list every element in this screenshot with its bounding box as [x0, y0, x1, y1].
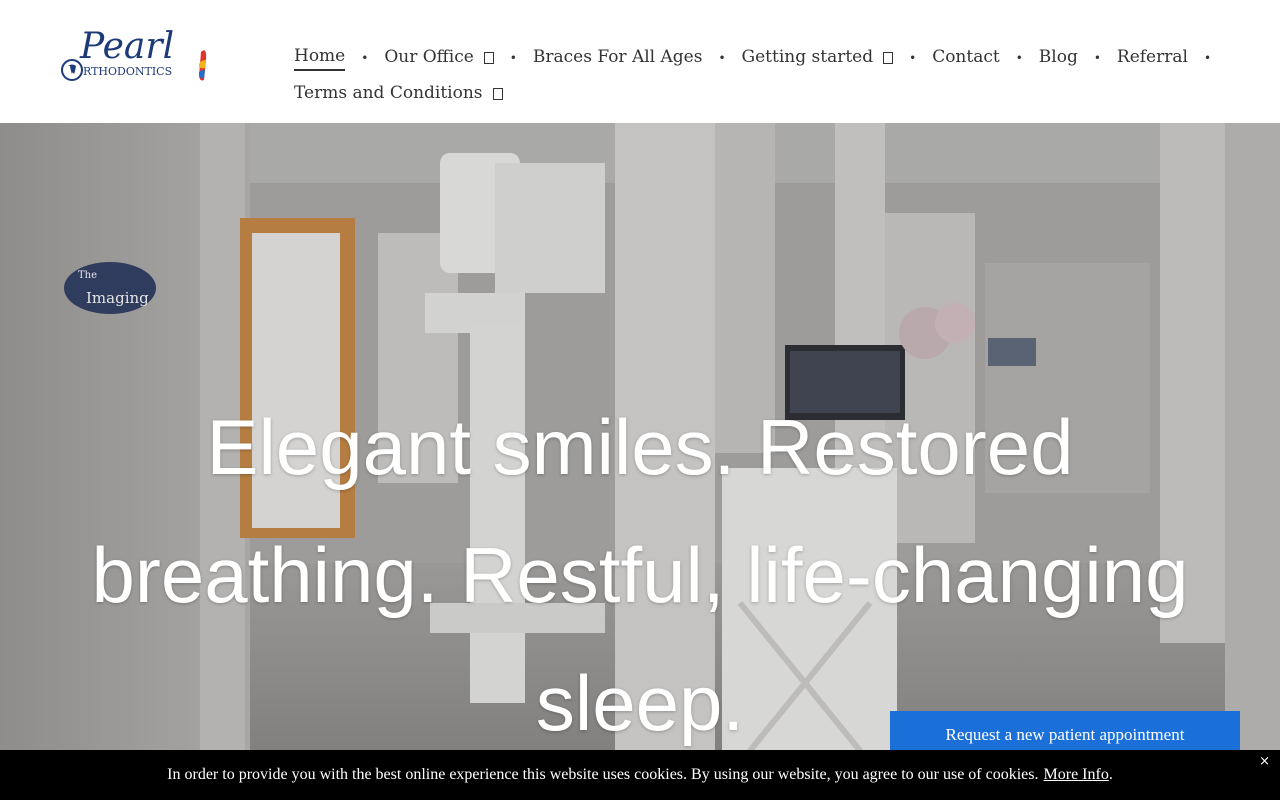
nav-separator: • — [1093, 51, 1101, 65]
logo-sub: RTHODONTICS — [83, 65, 172, 78]
nav-label: Home — [294, 46, 346, 71]
brand-logo[interactable]: Pearl RTHODONTICS — [58, 22, 214, 88]
nav-label: Blog — [1038, 46, 1078, 67]
sign-top: The — [78, 270, 97, 281]
nav-blog[interactable]: Blog — [1039, 47, 1078, 70]
nav-label: Contact — [932, 46, 1000, 67]
imaging-sign: The Imaging — [64, 262, 156, 314]
hero-title: Elegant smiles. Restored breathing. Rest… — [91, 403, 1189, 747]
site-header: Pearl RTHODONTICS Home • Our Office • Braces… — [0, 0, 1280, 123]
nav-row-secondary: Terms and Conditions — [294, 76, 1194, 112]
close-icon[interactable]: × — [1259, 754, 1270, 769]
nav-referral[interactable]: Referral — [1117, 47, 1188, 70]
nav-label: Referral — [1116, 46, 1188, 67]
nav-home[interactable]: Home — [294, 46, 346, 71]
nav-separator: • — [1015, 51, 1023, 65]
chevron-down-icon[interactable] — [883, 52, 894, 64]
chevron-down-icon[interactable] — [483, 52, 494, 64]
nav-contact[interactable]: Contact — [932, 47, 1000, 70]
nav-label: Our Office — [384, 46, 474, 67]
cookie-more-info-link[interactable]: More Info — [1044, 766, 1109, 784]
nav-separator: • — [1203, 51, 1212, 65]
nav-label: Terms and Conditions — [294, 82, 483, 103]
nav-our-office[interactable]: Our Office — [384, 46, 494, 70]
cookie-banner: In order to provide you with the best on… — [0, 750, 1280, 800]
nav-separator: • — [361, 51, 369, 65]
cookie-message: In order to provide you with the best on… — [167, 766, 1039, 783]
nav-label: Braces For All Ages — [532, 46, 703, 67]
main-nav: Home • Our Office • Braces For All Ages • Gett… — [294, 40, 1211, 112]
nav-row-primary: Home • Our Office • Braces For All Ages • Gett… — [294, 40, 1211, 76]
logo-mark: Pearl RTHODONTICS — [61, 26, 207, 81]
hero-banner: The Imaging Elegant smiles. Restored bre… — [0, 123, 1280, 800]
nav-label: Getting started — [741, 46, 874, 67]
nav-braces-for-all-ages[interactable]: Braces For All Ages — [533, 47, 703, 70]
nav-terms-and-conditions[interactable]: Terms and Conditions — [294, 83, 503, 106]
nav-getting-started[interactable]: Getting started — [742, 47, 894, 70]
sign-main: Imaging — [86, 289, 149, 307]
cookie-period: . — [1108, 766, 1113, 783]
nav-separator: • — [718, 51, 726, 65]
logo-script: Pearl — [79, 26, 174, 67]
chevron-down-icon[interactable] — [492, 88, 503, 100]
nav-separator: • — [509, 51, 517, 65]
nav-separator: • — [909, 51, 917, 65]
